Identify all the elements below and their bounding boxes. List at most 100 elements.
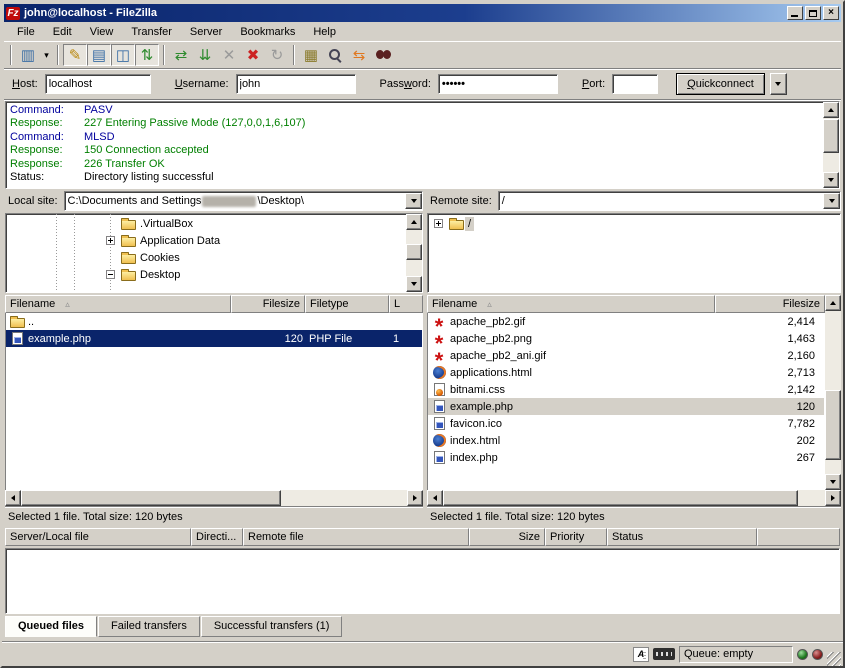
menu-file[interactable]: File bbox=[8, 24, 44, 40]
scrollbar-thumb[interactable] bbox=[406, 244, 422, 260]
combobox-dropdown-button[interactable] bbox=[405, 193, 422, 209]
file-row[interactable]: .. bbox=[6, 313, 422, 330]
log-line-type: Command: bbox=[10, 104, 84, 117]
column-header-filename[interactable]: Filename▵ bbox=[5, 295, 231, 313]
local-directory-tree: .VirtualBoxApplication DataCookiesDeskto… bbox=[5, 213, 423, 293]
menu-bookmarks[interactable]: Bookmarks bbox=[231, 24, 304, 40]
scroll-right-button[interactable] bbox=[825, 490, 841, 506]
queue-column-size[interactable]: Size bbox=[469, 528, 545, 546]
scroll-up-button[interactable] bbox=[406, 214, 422, 230]
tree-item[interactable]: Application Data bbox=[6, 232, 406, 249]
file-row[interactable]: favicon.ico7,782 bbox=[428, 415, 824, 432]
file-name: apache_pb2_ani.gif bbox=[450, 350, 546, 362]
reconnect-button[interactable]: ↻ bbox=[265, 44, 289, 66]
username-input[interactable] bbox=[236, 74, 356, 94]
column-header-filesize[interactable]: Filesize bbox=[715, 295, 825, 313]
queue-column-status[interactable]: Status bbox=[607, 528, 757, 546]
filter-button[interactable]: ▦ bbox=[299, 44, 323, 66]
toggle-transfer-queue-button[interactable]: ⇅ bbox=[135, 44, 159, 66]
column-header-filesize[interactable]: Filesize bbox=[231, 295, 305, 313]
scroll-right-button[interactable] bbox=[407, 490, 423, 506]
queue-column-directi-[interactable]: Directi... bbox=[191, 528, 243, 546]
file-row[interactable]: bitnami.css2,142 bbox=[428, 381, 824, 398]
menu-server[interactable]: Server bbox=[181, 24, 231, 40]
expander-plus-icon[interactable] bbox=[434, 219, 443, 228]
toggle-remote-tree-button[interactable]: ◫ bbox=[111, 44, 135, 66]
tree-item[interactable]: .VirtualBox bbox=[6, 215, 406, 232]
menu-transfer[interactable]: Transfer bbox=[122, 24, 181, 40]
queue-column-priority[interactable]: Priority bbox=[545, 528, 607, 546]
cancel-operation-button[interactable]: ✕ bbox=[217, 44, 241, 66]
queue-column-server-local-file[interactable]: Server/Local file bbox=[5, 528, 191, 546]
scrollbar-thumb[interactable] bbox=[21, 490, 281, 506]
column-header-l[interactable]: L bbox=[389, 295, 423, 313]
file-row[interactable]: example.php120PHP File1 bbox=[6, 330, 422, 347]
process-queue-button[interactable]: ⇊ bbox=[193, 44, 217, 66]
file-row[interactable]: applications.html2,713 bbox=[428, 364, 824, 381]
expander-minus-icon[interactable] bbox=[106, 270, 115, 279]
expander-plus-icon[interactable] bbox=[106, 236, 115, 245]
refresh-button[interactable]: ⇄ bbox=[169, 44, 193, 66]
file-row[interactable]: *apache_pb2.png1,463 bbox=[428, 330, 824, 347]
local-path-suffix: \Desktop\ bbox=[257, 195, 303, 207]
site-manager-button[interactable]: ▥ bbox=[16, 44, 40, 66]
combobox-dropdown-button[interactable] bbox=[823, 193, 840, 209]
scroll-up-button[interactable] bbox=[825, 295, 841, 311]
find-files-button[interactable] bbox=[371, 44, 395, 66]
tree-item[interactable]: / bbox=[428, 215, 840, 232]
local-tree-scrollbar[interactable] bbox=[406, 214, 422, 292]
tree-item[interactable]: Desktop bbox=[6, 266, 406, 283]
menu-help[interactable]: Help bbox=[304, 24, 345, 40]
remote-site-combobox[interactable]: / bbox=[498, 191, 841, 211]
resize-grip[interactable] bbox=[827, 652, 841, 666]
close-button[interactable]: × bbox=[823, 6, 839, 20]
toggle-message-log-button[interactable]: ✎ bbox=[63, 44, 87, 66]
column-header-filename[interactable]: Filename▵ bbox=[427, 295, 715, 313]
queue-column-remote-file[interactable]: Remote file bbox=[243, 528, 469, 546]
local-horizontal-scrollbar[interactable] bbox=[5, 490, 423, 506]
local-site-combobox[interactable]: C:\Documents and Settings\Desktop\ bbox=[64, 191, 423, 211]
data-type-ascii-icon[interactable]: A bbox=[633, 647, 649, 662]
scroll-left-button[interactable] bbox=[5, 490, 21, 506]
port-input[interactable] bbox=[612, 74, 658, 94]
synchronized-browsing-button[interactable]: ⇆ bbox=[347, 44, 371, 66]
speed-limits-icon[interactable] bbox=[653, 648, 675, 660]
file-row[interactable]: *apache_pb2.gif2,414 bbox=[428, 313, 824, 330]
tab-successful-transfers-1-[interactable]: Successful transfers (1) bbox=[201, 616, 343, 637]
menu-view[interactable]: View bbox=[81, 24, 123, 40]
file-name-cell: *apache_pb2.png bbox=[428, 331, 716, 346]
site-manager-button-dropdown[interactable]: ▾ bbox=[40, 44, 53, 66]
message-log-scrollbar[interactable] bbox=[823, 102, 839, 188]
column-header-filetype[interactable]: Filetype bbox=[305, 295, 389, 313]
scrollbar-thumb[interactable] bbox=[823, 119, 839, 153]
remote-horizontal-scrollbar[interactable] bbox=[427, 490, 841, 506]
file-name-cell: favicon.ico bbox=[428, 416, 716, 431]
maximize-button[interactable] bbox=[805, 6, 821, 20]
scroll-down-button[interactable] bbox=[406, 276, 422, 292]
quickconnect-button[interactable]: Quickconnect bbox=[676, 73, 765, 95]
minimize-button[interactable] bbox=[787, 6, 803, 20]
log-line-text: Directory listing successful bbox=[84, 171, 214, 184]
file-row[interactable]: *apache_pb2_ani.gif2,160 bbox=[428, 347, 824, 364]
scroll-up-button[interactable] bbox=[823, 102, 839, 118]
menu-edit[interactable]: Edit bbox=[44, 24, 81, 40]
file-row[interactable]: index.php267 bbox=[428, 449, 824, 466]
remote-list-scrollbar[interactable] bbox=[825, 295, 841, 490]
scroll-down-button[interactable] bbox=[823, 172, 839, 188]
compare-directories-button[interactable] bbox=[323, 44, 347, 66]
file-row[interactable]: example.php120 bbox=[428, 398, 824, 415]
disconnect-button[interactable]: ✖ bbox=[241, 44, 265, 66]
scrollbar-thumb[interactable] bbox=[443, 490, 798, 506]
refresh-icon: ⇄ bbox=[175, 48, 188, 63]
scrollbar-thumb[interactable] bbox=[825, 390, 841, 460]
file-row[interactable]: index.html202 bbox=[428, 432, 824, 449]
password-input[interactable] bbox=[438, 74, 558, 94]
scroll-down-button[interactable] bbox=[825, 474, 841, 490]
tab-failed-transfers[interactable]: Failed transfers bbox=[98, 616, 200, 637]
tree-item[interactable]: Cookies bbox=[6, 249, 406, 266]
tab-queued-files[interactable]: Queued files bbox=[5, 616, 97, 637]
host-input[interactable] bbox=[45, 74, 151, 94]
scroll-left-button[interactable] bbox=[427, 490, 443, 506]
quickconnect-dropdown[interactable] bbox=[770, 73, 787, 95]
toggle-local-tree-button[interactable]: ▤ bbox=[87, 44, 111, 66]
